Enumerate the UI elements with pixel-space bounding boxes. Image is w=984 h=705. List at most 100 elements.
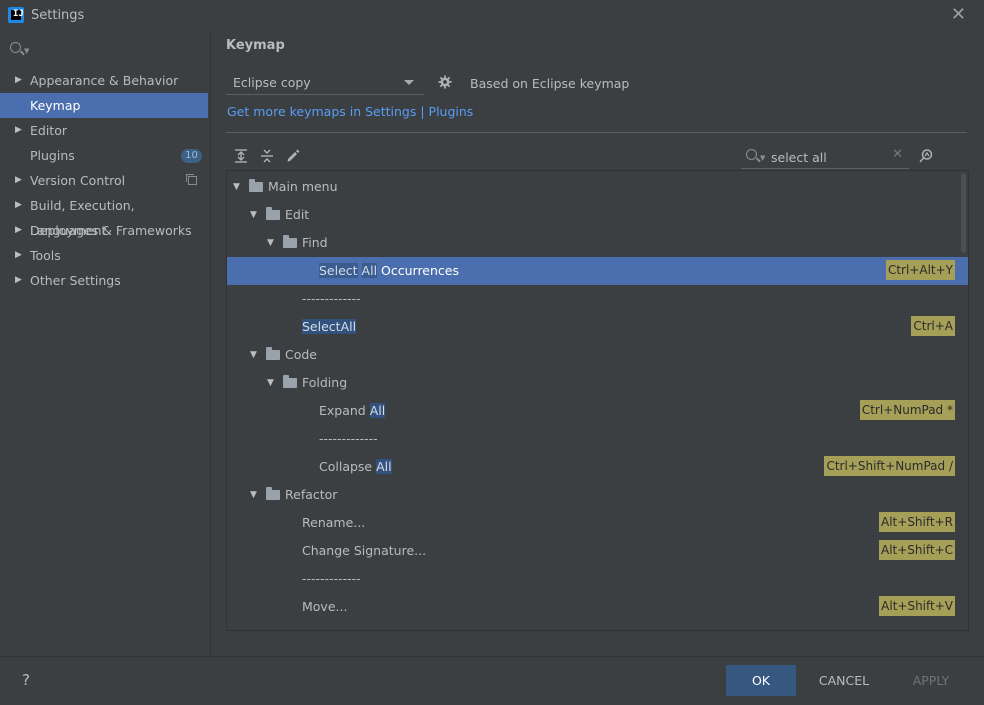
expand-arrow-icon: ▼ xyxy=(250,350,257,360)
folder-icon xyxy=(283,235,297,248)
clear-search-icon[interactable]: ✕ xyxy=(892,147,903,162)
gear-icon[interactable] xyxy=(438,75,452,89)
plugins-count-badge: 10 xyxy=(181,149,202,163)
intellij-app-icon: IJ xyxy=(8,7,24,23)
sidebar-item-editor[interactable]: ▶ Editor xyxy=(0,118,208,143)
close-icon[interactable]: ✕ xyxy=(951,4,966,25)
tree-node-find[interactable]: ▼ Find xyxy=(227,229,968,257)
sidebar-item-appearance-behavior[interactable]: ▶ Appearance & Behavior xyxy=(0,68,208,93)
search-icon xyxy=(746,149,757,160)
shortcut-badge: Ctrl+Alt+Y xyxy=(885,260,955,280)
tree-action-label: Select All Occurrences xyxy=(319,257,459,285)
separator-label: ------------- xyxy=(319,431,378,446)
shortcut-badge: Ctrl+Shift+NumPad / xyxy=(824,456,955,476)
sidebar-item-label: Editor xyxy=(30,123,67,138)
tree-node-label: Folding xyxy=(302,375,348,390)
keymap-tree[interactable]: ▼ Main menu ▼ Edit ▼ Find Select All Occ… xyxy=(226,170,969,631)
keymap-search-field[interactable]: ▼ ✕ xyxy=(741,144,909,169)
get-more-keymaps-link[interactable]: Get more keymaps in Settings | Plugins xyxy=(227,104,473,119)
search-highlight: Select xyxy=(302,319,341,334)
ok-button[interactable]: OK xyxy=(726,665,796,696)
apply-button[interactable]: APPLY xyxy=(896,665,966,696)
tree-action-move[interactable]: Move... Alt+Shift+V xyxy=(227,593,968,621)
shortcut-badge: Alt+Shift+V xyxy=(879,596,955,616)
tree-action-change-signature[interactable]: Change Signature... Alt+Shift+C xyxy=(227,537,968,565)
expand-arrow-icon: ▶ xyxy=(15,225,22,235)
expand-arrow-icon: ▶ xyxy=(15,275,22,285)
tree-node-code[interactable]: ▼ Code xyxy=(227,341,968,369)
divider xyxy=(226,132,967,133)
sidebar-item-other-settings[interactable]: ▶ Other Settings xyxy=(0,268,208,293)
folder-icon xyxy=(266,347,280,360)
window-title: Settings xyxy=(31,8,85,23)
tree-node-label: Refactor xyxy=(285,487,338,502)
search-icon xyxy=(10,42,21,53)
folder-icon xyxy=(283,375,297,388)
expand-arrow-icon: ▼ xyxy=(267,238,274,248)
search-highlight: All xyxy=(369,403,386,418)
menu-folder-icon xyxy=(249,179,263,192)
tree-action-select-all[interactable]: SelectAll Ctrl+A xyxy=(227,313,968,341)
tree-separator: ------------- xyxy=(227,565,968,593)
chevron-down-icon: ▼ xyxy=(760,154,766,162)
expand-arrow-icon: ▼ xyxy=(267,378,274,388)
tree-action-label: Rename... xyxy=(302,515,366,530)
folder-icon xyxy=(266,487,280,500)
shortcut-badge: Alt+Shift+C xyxy=(878,540,955,560)
sidebar-item-keymap[interactable]: Keymap xyxy=(0,93,208,118)
keymap-select-value: Eclipse copy xyxy=(233,75,311,90)
expand-arrow-icon: ▶ xyxy=(15,75,22,85)
expand-arrow-icon: ▶ xyxy=(15,250,22,260)
tree-node-label: Code xyxy=(285,347,318,362)
sidebar-search[interactable]: ▼ xyxy=(8,40,198,62)
expand-all-icon[interactable] xyxy=(233,148,249,164)
tree-action-rename[interactable]: Rename... Alt+Shift+R xyxy=(227,509,968,537)
collapse-all-icon[interactable] xyxy=(259,148,275,164)
sidebar-item-label: Tools xyxy=(30,248,61,263)
tree-action-label: Move... xyxy=(302,599,348,614)
tree-scrollbar[interactable] xyxy=(961,173,966,253)
tree-node-folding[interactable]: ▼ Folding xyxy=(227,369,968,397)
tree-node-refactor[interactable]: ▼ Refactor xyxy=(227,481,968,509)
search-highlight: All xyxy=(376,459,392,474)
tree-action-label: Change Signature... xyxy=(302,543,427,558)
shortcut-badge: Ctrl+A xyxy=(911,316,955,336)
label-prefix: Collapse xyxy=(319,459,377,474)
chevron-down-icon xyxy=(404,80,414,85)
cancel-button[interactable]: CANCEL xyxy=(808,665,880,696)
label-prefix: Expand xyxy=(319,403,370,418)
dialog-footer: ? OK CANCEL APPLY xyxy=(0,656,984,705)
sidebar-item-plugins[interactable]: Plugins 10 xyxy=(0,143,208,168)
separator-label: ------------- xyxy=(302,291,361,306)
tree-action-label: Collapse All xyxy=(319,453,392,481)
tree-action-collapse-all[interactable]: Collapse All Ctrl+Shift+NumPad / xyxy=(227,453,968,481)
tree-action-label: SelectAll xyxy=(302,313,357,341)
sidebar-item-version-control[interactable]: ▶ Version Control xyxy=(0,168,208,193)
help-button[interactable]: ? xyxy=(22,671,30,689)
sidebar-item-label: Plugins xyxy=(30,148,75,163)
expand-arrow-icon: ▼ xyxy=(233,182,240,192)
tree-separator: ------------- xyxy=(227,425,968,453)
sidebar-item-languages-frameworks[interactable]: ▶ Languages & Frameworks xyxy=(0,218,208,243)
expand-arrow-icon: ▶ xyxy=(15,200,22,210)
search-highlight: All xyxy=(361,263,378,278)
tree-action-expand-all[interactable]: Expand All Ctrl+NumPad * xyxy=(227,397,968,425)
tree-action-select-all-occurrences[interactable]: Select All Occurrences Ctrl+Alt+Y xyxy=(227,257,968,285)
sidebar-item-label: Other Settings xyxy=(30,273,121,288)
tree-node-edit[interactable]: ▼ Edit xyxy=(227,201,968,229)
expand-arrow-icon: ▶ xyxy=(15,125,22,135)
keymap-select[interactable]: Eclipse copy xyxy=(226,70,424,95)
tree-node-main-menu[interactable]: ▼ Main menu xyxy=(227,173,968,201)
title-bar: IJ Settings ✕ xyxy=(0,0,984,32)
sidebar-item-tools[interactable]: ▶ Tools xyxy=(0,243,208,268)
project-level-icon xyxy=(186,174,197,185)
find-by-shortcut-icon[interactable] xyxy=(918,148,934,164)
keymap-search-input[interactable] xyxy=(769,147,888,167)
expand-arrow-icon: ▶ xyxy=(15,175,22,185)
sidebar-item-label: Version Control xyxy=(30,173,126,188)
search-highlight: Select xyxy=(319,263,358,278)
edit-pencil-icon[interactable] xyxy=(285,148,301,164)
folder-icon xyxy=(266,207,280,220)
sidebar-item-build-execution-deployment[interactable]: ▶ Build, Execution, Deployment xyxy=(0,193,208,238)
shortcut-badge: Ctrl+NumPad * xyxy=(859,400,955,420)
